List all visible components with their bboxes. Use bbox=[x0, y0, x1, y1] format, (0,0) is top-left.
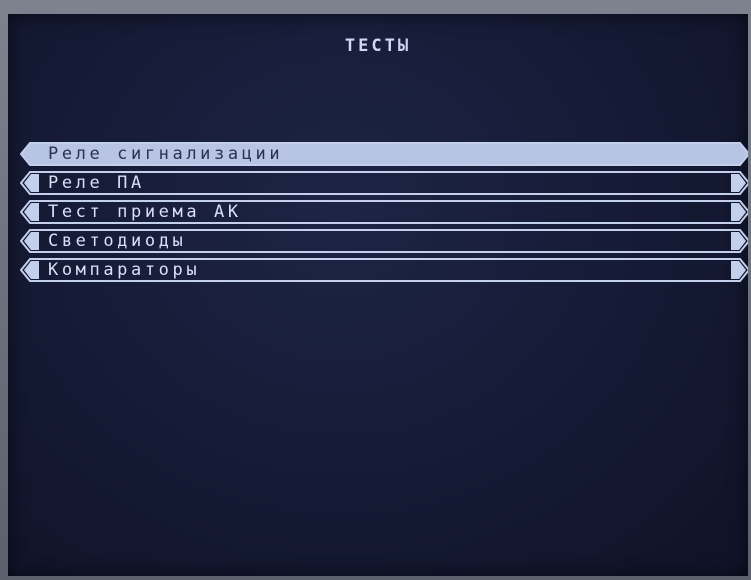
menu-item-leds[interactable]: Светодиоды bbox=[20, 229, 748, 253]
screen-title: ТЕСТЫ bbox=[344, 36, 412, 56]
menu-item-label: Светодиоды bbox=[48, 231, 187, 251]
menu-item-label: Реле ПА bbox=[48, 173, 145, 193]
menu-item-comparators[interactable]: Компараторы bbox=[20, 258, 748, 282]
menu-item-pa-relay[interactable]: Реле ПА bbox=[20, 171, 748, 195]
tests-menu: Реле сигнализации Реле ПА Тест приема АК bbox=[20, 142, 748, 287]
menu-item-alarm-relay[interactable]: Реле сигнализации bbox=[20, 142, 748, 166]
lcd-screen: ТЕСТЫ Реле сигнализации Реле ПА Тест при… bbox=[8, 14, 748, 576]
menu-item-ak-reception-test[interactable]: Тест приема АК bbox=[20, 200, 748, 224]
menu-item-label: Тест приема АК bbox=[48, 202, 242, 222]
device-bezel: ТЕСТЫ Реле сигнализации Реле ПА Тест при… bbox=[0, 0, 751, 580]
menu-item-label: Реле сигнализации bbox=[48, 144, 284, 164]
menu-item-label: Компараторы bbox=[48, 260, 201, 280]
